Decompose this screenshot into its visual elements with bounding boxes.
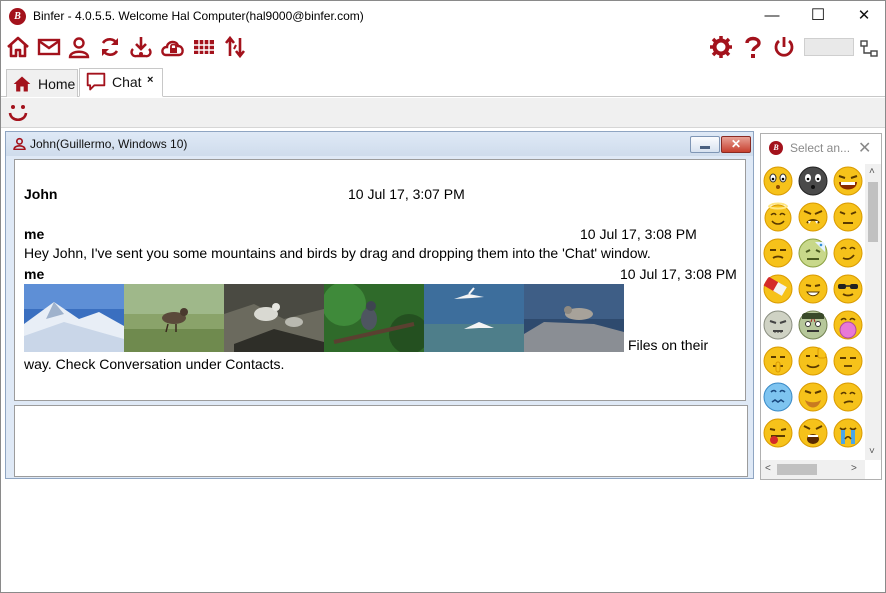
- close-button[interactable]: ✕: [841, 1, 886, 31]
- emoji-close-icon[interactable]: ✕: [858, 138, 871, 158]
- minimize-button[interactable]: —: [749, 1, 795, 31]
- dove-on-rock-image[interactable]: [524, 284, 624, 352]
- scroll-down-icon[interactable]: ˅: [869, 446, 875, 457]
- bubblegum-emoji-icon[interactable]: [833, 310, 863, 340]
- shocked-emoji-icon[interactable]: [798, 418, 828, 448]
- window-title: Binfer - 4.0.5.5. Welcome Hal Computer(h…: [33, 9, 364, 23]
- message-time: 10 Jul 17, 3:07 PM: [348, 186, 465, 202]
- chat-window: John(Guillermo, Windows 10) ✕ John 10 Ju…: [5, 131, 754, 479]
- angry-emoji-icon[interactable]: [798, 202, 828, 232]
- birds-on-rocks-image[interactable]: [224, 284, 324, 352]
- surprised-emoji-icon[interactable]: [763, 166, 793, 196]
- laughing-emoji-icon[interactable]: [833, 166, 863, 196]
- emoji-search-input[interactable]: Select an...: [790, 141, 850, 155]
- message-history[interactable]: John 10 Jul 17, 3:07 PM me 10 Jul 17, 3:…: [14, 159, 746, 401]
- message-text: Files on their: [628, 337, 709, 353]
- scroll-up-icon[interactable]: ˄: [869, 166, 875, 177]
- sleepy-emoji-icon[interactable]: [763, 238, 793, 268]
- app-logo: B: [9, 8, 26, 25]
- status-field[interactable]: [804, 38, 854, 56]
- tab-chat-label: Chat: [112, 74, 142, 90]
- chat-toolbar: [1, 98, 885, 128]
- message-time: 10 Jul 17, 3:08 PM: [620, 266, 737, 282]
- neutral-emoji-icon[interactable]: [833, 346, 863, 376]
- sick-emoji-icon[interactable]: [798, 238, 828, 268]
- thumbs-up-emoji-icon[interactable]: [798, 346, 828, 376]
- cold-emoji-icon[interactable]: [763, 382, 793, 412]
- dark-surprised-emoji-icon[interactable]: [798, 166, 828, 196]
- message-sender: me: [24, 226, 45, 242]
- home-icon[interactable]: [6, 35, 30, 59]
- chat-close-button[interactable]: ✕: [721, 136, 751, 153]
- main-toolbar: [1, 31, 885, 65]
- message-sender: me: [24, 266, 45, 282]
- zombie-emoji-icon[interactable]: [763, 310, 793, 340]
- help-icon[interactable]: [741, 35, 765, 59]
- transfer-icon[interactable]: [223, 35, 247, 59]
- app-window: B Binfer - 4.0.5.5. Welcome Hal Computer…: [0, 0, 886, 593]
- sync-icon[interactable]: [98, 35, 122, 59]
- title-bar: B Binfer - 4.0.5.5. Welcome Hal Computer…: [1, 1, 885, 31]
- power-icon[interactable]: [772, 35, 796, 59]
- message-sender: John: [24, 186, 58, 202]
- app-logo: B: [769, 141, 783, 155]
- grin-emoji-icon[interactable]: [798, 274, 828, 304]
- user-icon[interactable]: [67, 35, 91, 59]
- scroll-thumb[interactable]: [777, 464, 817, 475]
- message-compose-input[interactable]: [14, 405, 748, 477]
- scroll-left-icon[interactable]: <: [765, 463, 771, 474]
- frankenstein-emoji-icon[interactable]: [798, 310, 828, 340]
- chat-bubble-icon: [86, 72, 106, 91]
- grid-icon[interactable]: [192, 35, 216, 59]
- scroll-right-icon[interactable]: >: [851, 463, 857, 474]
- emoji-picker-header: B Select an... ✕: [761, 134, 881, 162]
- home-icon: [13, 76, 31, 92]
- gear-icon[interactable]: [709, 35, 733, 59]
- snowy-mountain-image[interactable]: [24, 284, 124, 352]
- network-icon[interactable]: [859, 39, 879, 59]
- emoji-grid: [761, 164, 865, 454]
- smirk-emoji-icon[interactable]: [833, 238, 863, 268]
- flying-terns-image[interactable]: [424, 284, 524, 352]
- unamused-emoji-icon[interactable]: [833, 382, 863, 412]
- chat-minimize-button[interactable]: [690, 136, 720, 153]
- tab-chat[interactable]: Chat ×: [79, 68, 163, 97]
- download-cloud-icon[interactable]: [129, 35, 153, 59]
- message-text: way. Check Conversation under Contacts.: [24, 356, 285, 372]
- maximize-button[interactable]: ☐: [795, 1, 841, 31]
- message-text: Hey John, I've sent you some mountains a…: [24, 245, 651, 261]
- shush-emoji-icon[interactable]: [763, 346, 793, 376]
- angel-emoji-icon[interactable]: [763, 202, 793, 232]
- chat-contact-title: John(Guillermo, Windows 10): [30, 137, 188, 151]
- user-icon: [13, 137, 26, 150]
- bearded-emoji-icon[interactable]: [798, 382, 828, 412]
- scroll-thumb[interactable]: [868, 182, 878, 242]
- bird-on-branch-image[interactable]: [324, 284, 424, 352]
- tongue-emoji-icon[interactable]: [763, 418, 793, 448]
- tab-home-label: Home: [38, 76, 76, 92]
- frowning-emoji-icon[interactable]: [833, 202, 863, 232]
- mail-icon[interactable]: [37, 35, 61, 59]
- message-time: 10 Jul 17, 3:08 PM: [580, 226, 697, 242]
- emoji-vertical-scrollbar[interactable]: ˄ ˅: [865, 164, 881, 460]
- tab-home[interactable]: Home: [6, 69, 78, 97]
- eraser-emoji-icon[interactable]: [763, 274, 793, 304]
- image-attachments: [24, 284, 624, 352]
- crying-emoji-icon[interactable]: [833, 418, 863, 448]
- tab-bar: Home Chat ×: [1, 65, 885, 97]
- lock-cloud-icon[interactable]: [161, 35, 185, 59]
- emoji-picker: B Select an... ✕ ˄ ˅ < >: [760, 133, 882, 480]
- sunglasses-emoji-icon[interactable]: [833, 274, 863, 304]
- bird-on-grass-image[interactable]: [124, 284, 224, 352]
- emoji-horizontal-scrollbar[interactable]: < >: [761, 460, 865, 479]
- chat-window-header: John(Guillermo, Windows 10) ✕: [6, 132, 753, 156]
- smiley-icon[interactable]: [8, 103, 28, 123]
- tab-chat-close-icon[interactable]: ×: [147, 74, 153, 86]
